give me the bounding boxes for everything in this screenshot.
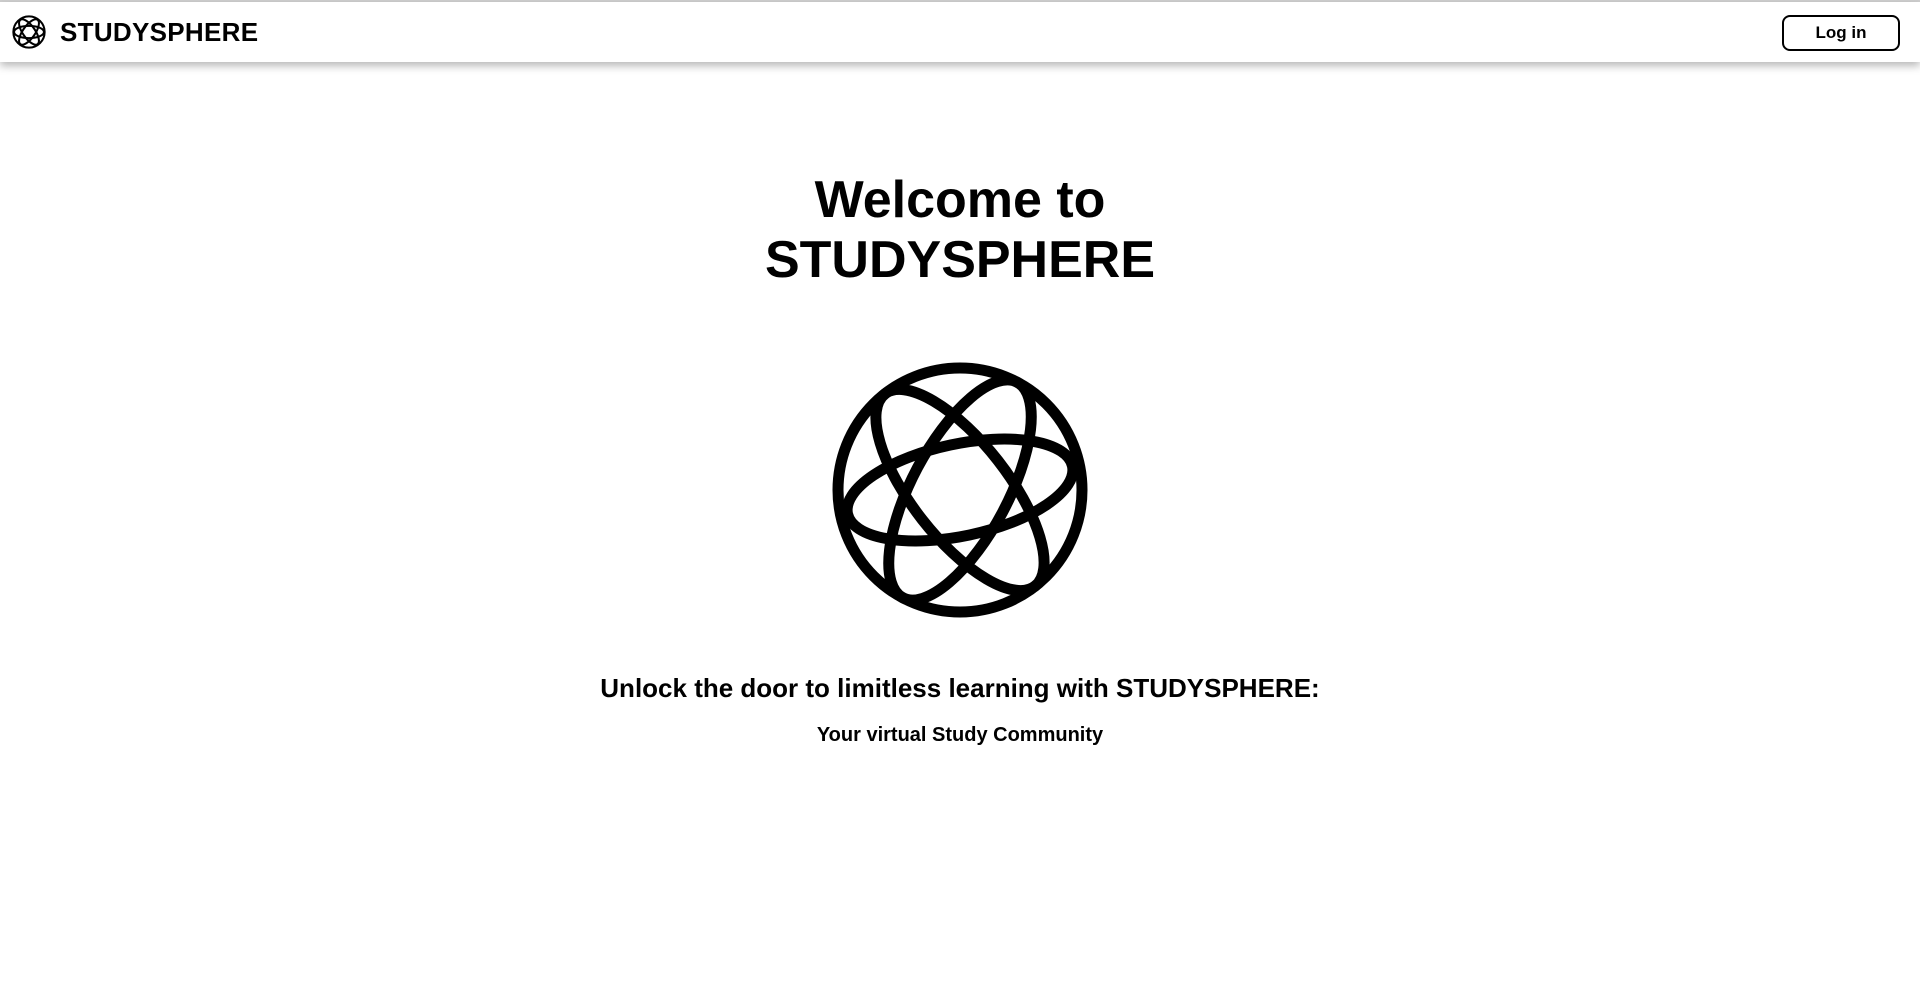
navbar: STUDYSPHERE Log in — [0, 2, 1920, 62]
sub-tagline: Your virtual Study Community — [816, 724, 1104, 746]
globe-orbit-icon — [12, 15, 46, 49]
tagline: Unlock the door to limitless learning wi… — [600, 673, 1320, 703]
login-button[interactable]: Log in — [1782, 15, 1900, 51]
brand-name: STUDYSPHERE — [60, 17, 259, 47]
page-title: Welcome to STUDYSPHERE — [0, 170, 1920, 290]
title-line-2: STUDYSPHERE — [764, 231, 1156, 289]
globe-orbit-icon — [830, 360, 1090, 620]
brand-home-link[interactable]: STUDYSPHERE — [12, 13, 258, 51]
title-line-1: Welcome to — [814, 171, 1106, 229]
app-window: STUDYSPHERE Log in Welcome to STUDYSPHER… — [0, 0, 1920, 995]
